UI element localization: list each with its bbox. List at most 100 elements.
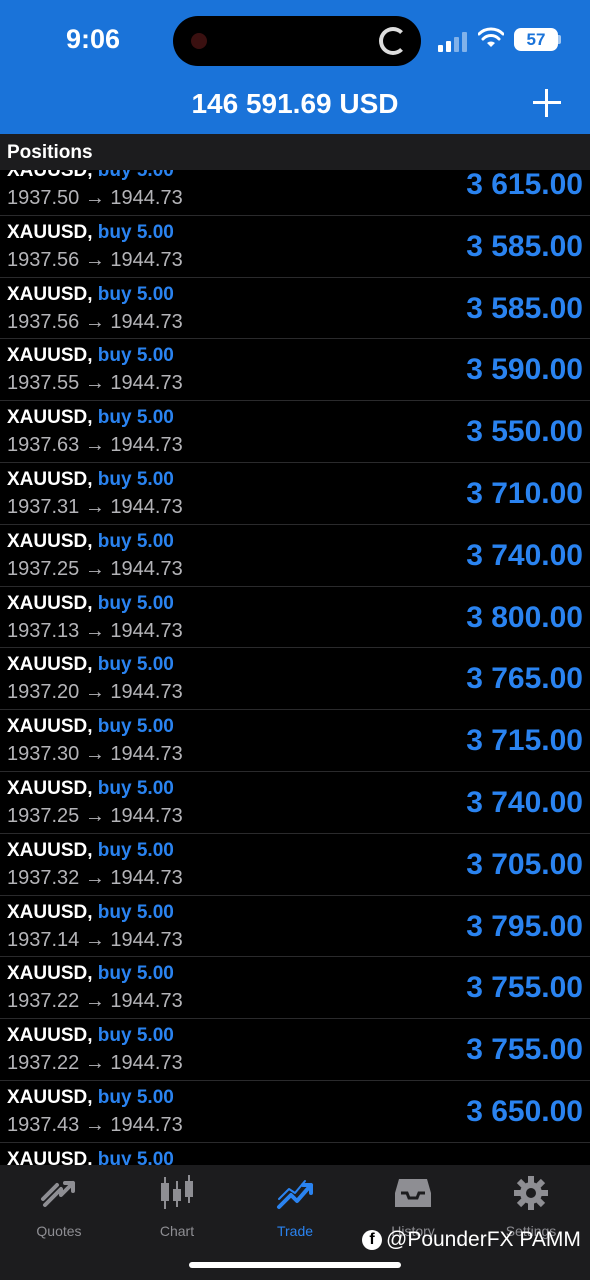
position-row[interactable]: XAUUSD, buy 5.00 1937.30 → 1944.73 3 715.0… <box>0 710 590 772</box>
position-profit: 3 710.00 <box>466 476 583 510</box>
position-side: buy 5.00 <box>97 283 174 305</box>
position-profit: 3 795.00 <box>466 909 583 943</box>
position-symbol-line: XAUUSD, buy 5.00 <box>7 716 174 738</box>
position-symbol: XAUUSD, <box>7 221 93 243</box>
tab-quotes[interactable]: Quotes <box>9 1175 109 1239</box>
camera-indicator-icon <box>191 33 207 49</box>
position-symbol: XAUUSD, <box>7 407 93 429</box>
position-side: buy 5.00 <box>97 345 174 367</box>
position-side: buy 5.00 <box>97 901 174 923</box>
position-symbol-line: XAUUSD, buy 5.00 <box>7 963 174 985</box>
position-symbol: XAUUSD, <box>7 963 93 985</box>
facebook-icon: f <box>362 1230 382 1250</box>
position-side: buy 5.00 <box>97 654 174 676</box>
position-prices: 1937.63 → 1944.73 <box>7 434 183 457</box>
position-prices: 1937.22 → 1944.73 <box>7 990 183 1013</box>
position-symbol: XAUUSD, <box>7 901 93 923</box>
position-symbol-line: XAUUSD, buy 5.00 <box>7 469 174 491</box>
watermark: f @PounderFX PAMM <box>362 1228 581 1252</box>
position-symbol-line: XAUUSD, buy 5.00 <box>7 778 174 800</box>
position-row[interactable]: XAUUSD, buy 5.00 1937.14 → 1944.73 3 795.0… <box>0 896 590 958</box>
position-row[interactable]: XAUUSD, buy 5.00 1937.22 → 1944.73 3 755.0… <box>0 1019 590 1081</box>
position-side: buy 5.00 <box>97 963 174 985</box>
position-symbol-line: XAUUSD, buy 5.00 <box>7 284 174 306</box>
position-symbol: XAUUSD, <box>7 592 93 614</box>
battery-tip-icon <box>558 35 561 44</box>
section-title: Positions <box>7 142 93 163</box>
position-row[interactable]: XAUUSD, buy 5.00 1937.63 → 1944.73 3 550.0… <box>0 401 590 463</box>
position-symbol-line: XAUUSD, buy 5.00 <box>7 840 174 862</box>
position-symbol-line: XAUUSD, buy 5.00 <box>7 407 174 429</box>
position-side: buy 5.00 <box>97 716 174 738</box>
position-row[interactable]: XAUUSD, buy 5.00 1937.13 → 1944.73 3 800.0… <box>0 587 590 649</box>
position-prices: 1937.56 → 1944.73 <box>7 248 183 271</box>
cellular-signal-icon <box>438 32 470 52</box>
position-side: buy 5.00 <box>97 407 174 429</box>
position-row[interactable]: XAUUSD, buy 5.00 <box>0 1143 590 1165</box>
position-profit: 3 715.00 <box>466 724 583 758</box>
position-profit: 3 650.00 <box>466 1094 583 1128</box>
dynamic-island <box>173 16 421 66</box>
position-profit: 3 615.00 <box>466 170 583 201</box>
tab-trade[interactable]: Trade <box>245 1175 345 1239</box>
position-row[interactable]: XAUUSD, buy 5.00 1937.55 → 1944.73 3 590.0… <box>0 339 590 402</box>
position-row[interactable]: XAUUSD, buy 5.00 1937.25 → 1944.73 3 740.0… <box>0 772 590 834</box>
position-side: buy 5.00 <box>97 468 174 490</box>
position-row[interactable]: XAUUSD, buy 5.00 1937.31 → 1944.73 3 710.0… <box>0 463 590 525</box>
position-profit: 3 585.00 <box>466 291 583 325</box>
position-symbol: XAUUSD, <box>7 345 93 367</box>
history-icon <box>395 1179 431 1207</box>
position-row[interactable]: XAUUSD, buy 5.00 1937.22 → 1944.73 3 755.0… <box>0 957 590 1020</box>
position-symbol: XAUUSD, <box>7 839 93 861</box>
position-profit: 3 705.00 <box>466 847 583 881</box>
battery-level: 57 <box>514 28 558 51</box>
position-profit: 3 740.00 <box>466 785 583 819</box>
position-row[interactable]: XAUUSD, buy 5.00 1937.32 → 1944.73 3 705.0… <box>0 834 590 896</box>
position-prices: 1937.13 → 1944.73 <box>7 619 183 642</box>
position-symbol: XAUUSD, <box>7 170 93 181</box>
position-side: buy 5.00 <box>97 592 174 614</box>
position-row[interactable]: XAUUSD, buy 5.00 1937.20 → 1944.73 3 765.0… <box>0 648 590 711</box>
position-profit: 3 550.00 <box>466 415 583 449</box>
position-symbol: XAUUSD, <box>7 716 93 738</box>
positions-rows: XAUUSD, buy 5.00 1937.50 → 1944.73 3 615.0… <box>0 170 590 1165</box>
position-symbol-line: XAUUSD, buy 5.00 <box>7 593 174 615</box>
position-prices: 1937.30 → 1944.73 <box>7 743 183 766</box>
position-symbol: XAUUSD, <box>7 468 93 490</box>
quotes-icon <box>41 1181 75 1207</box>
account-balance: 146 591.69 USD <box>191 88 399 119</box>
trade-icon <box>277 1180 313 1209</box>
position-row[interactable]: XAUUSD, buy 5.00 1937.50 → 1944.73 3 615.0… <box>0 170 590 216</box>
watermark-text: @PounderFX PAMM <box>386 1228 581 1251</box>
position-symbol-line: XAUUSD, buy 5.00 <box>7 170 174 182</box>
position-symbol: XAUUSD, <box>7 283 93 305</box>
position-row[interactable]: XAUUSD, buy 5.00 1937.43 → 1944.73 3 650.0… <box>0 1081 590 1143</box>
position-side: buy 5.00 <box>97 1086 174 1108</box>
position-row[interactable]: XAUUSD, buy 5.00 1937.56 → 1944.73 3 585.0… <box>0 278 590 340</box>
gear-icon <box>514 1176 548 1210</box>
position-prices: 1937.25 → 1944.73 <box>7 804 183 827</box>
position-row[interactable]: XAUUSD, buy 5.00 1937.56 → 1944.73 3 585.0… <box>0 216 590 278</box>
app-header: 9:06 57 146 591.69 USD <box>0 0 590 134</box>
position-symbol: XAUUSD, <box>7 654 93 676</box>
position-profit: 3 755.00 <box>466 1033 583 1067</box>
position-profit: 3 585.00 <box>466 229 583 263</box>
position-side: buy 5.00 <box>97 1148 174 1165</box>
tab-chart[interactable]: Chart <box>127 1175 227 1239</box>
tab-label: Trade <box>276 1223 314 1239</box>
position-symbol-line: XAUUSD, buy 5.00 <box>7 1087 174 1109</box>
position-side: buy 5.00 <box>97 839 174 861</box>
position-symbol-line: XAUUSD, buy 5.00 <box>7 654 174 676</box>
position-row[interactable]: XAUUSD, buy 5.00 1937.25 → 1944.73 3 740.0… <box>0 525 590 587</box>
wifi-icon <box>478 27 504 47</box>
position-prices: 1937.14 → 1944.73 <box>7 928 183 951</box>
position-prices: 1937.50 → 1944.73 <box>7 187 183 209</box>
position-side: buy 5.00 <box>97 170 174 181</box>
plus-icon[interactable] <box>530 86 564 120</box>
position-side: buy 5.00 <box>97 221 174 243</box>
chart-candles-icon <box>161 1175 193 1209</box>
position-profit: 3 590.00 <box>466 353 583 387</box>
tab-label: Quotes <box>36 1223 82 1239</box>
positions-list[interactable]: XAUUSD, buy 5.00 1937.50 → 1944.73 3 615.0… <box>0 170 590 1165</box>
position-side: buy 5.00 <box>97 777 174 799</box>
